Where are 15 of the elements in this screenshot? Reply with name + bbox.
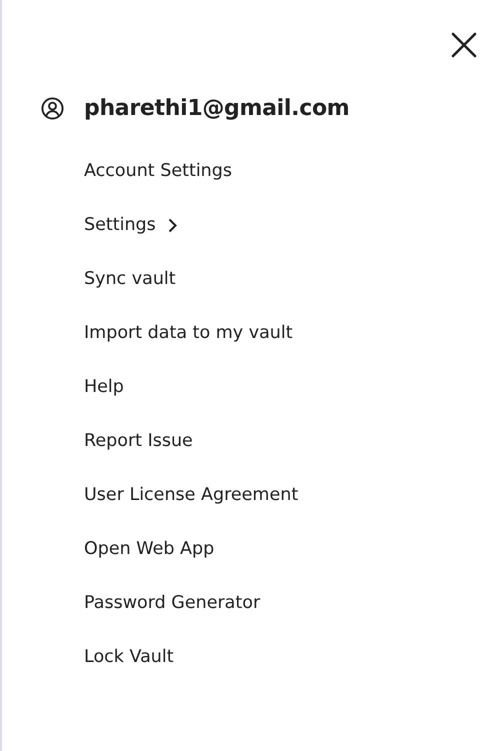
menu-item[interactable]: Account Settings [84, 161, 232, 181]
menu-item[interactable]: Open Web App [84, 539, 214, 559]
menu-item[interactable]: Help [84, 377, 124, 397]
close-button[interactable] [450, 31, 478, 59]
account-email: pharethi1@gmail.com [84, 96, 350, 120]
menu-item[interactable]: Lock Vault [84, 647, 174, 667]
chevron-right-icon [168, 218, 177, 232]
menu-item[interactable]: Sync vault [84, 269, 176, 289]
menu-item[interactable]: Import data to my vault [84, 323, 293, 343]
menu-item[interactable]: Password Generator [84, 593, 260, 613]
menu-item[interactable]: Report Issue [84, 431, 193, 451]
menu-item[interactable]: User License Agreement [84, 485, 298, 505]
user-icon [41, 96, 64, 120]
close-icon [451, 32, 477, 58]
menu-item[interactable]: Settings [84, 215, 156, 235]
